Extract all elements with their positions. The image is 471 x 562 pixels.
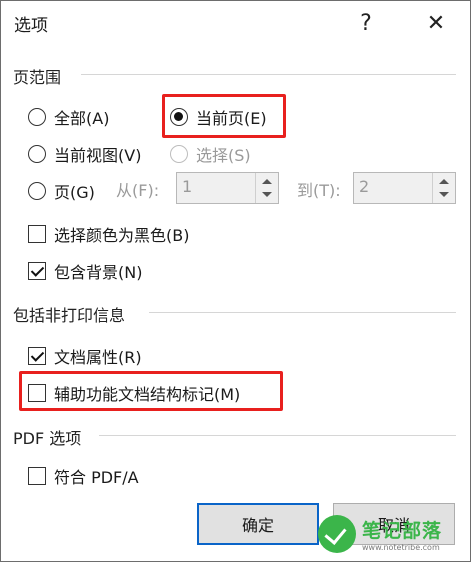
radio-current-page-circle[interactable] — [170, 108, 188, 126]
doc-props-label: 文档属性(R) — [54, 348, 142, 367]
spin-down-icon[interactable] — [262, 192, 272, 197]
accessibility-box[interactable] — [28, 384, 46, 402]
radio-selection: 选择(S) — [170, 142, 251, 166]
to-value[interactable]: 2 — [359, 177, 369, 196]
radio-all-circle[interactable] — [28, 108, 46, 126]
doc-props-box[interactable] — [28, 347, 46, 365]
radio-pages-circle[interactable] — [28, 182, 46, 200]
dialog-title: 选项 — [14, 16, 48, 36]
non-print-separator — [149, 312, 456, 313]
radio-all-label: 全部(A) — [54, 109, 110, 128]
from-spinner[interactable]: 1 — [176, 172, 279, 204]
non-print-group-label: 包括非打印信息 — [13, 306, 126, 325]
pdf-options-group-label: PDF 选项 — [13, 429, 82, 448]
watermark-text: 笔记部落 www.notetribe.com — [362, 516, 442, 552]
spin-up-icon[interactable] — [439, 179, 449, 184]
accessibility-checkbox[interactable]: 辅助功能文档结构标记(M) — [28, 381, 240, 405]
accessibility-label: 辅助功能文档结构标记(M) — [54, 385, 241, 404]
black-white-box[interactable] — [28, 225, 46, 243]
watermark-main: 笔记部落 — [362, 520, 443, 542]
close-icon: ✕ — [426, 11, 446, 36]
radio-selection-label: 选择(S) — [196, 146, 251, 165]
radio-all[interactable]: 全部(A) — [28, 105, 109, 129]
pdfa-checkbox[interactable]: 符合 PDF/A — [28, 464, 139, 488]
to-spinner-arrows[interactable] — [432, 173, 455, 203]
from-value[interactable]: 1 — [182, 177, 192, 196]
doc-props-checkbox[interactable]: 文档属性(R) — [28, 344, 142, 368]
pdfa-label: 符合 PDF/A — [54, 468, 139, 487]
background-label: 包含背景(N) — [54, 263, 143, 282]
radio-current-page[interactable]: 当前页(E) — [170, 105, 267, 129]
radio-current-view[interactable]: 当前视图(V) — [28, 142, 141, 166]
pdfa-box[interactable] — [28, 467, 46, 485]
pdf-options-separator — [99, 435, 456, 436]
watermark-logo-icon — [318, 515, 356, 553]
watermark: 笔记部落 www.notetribe.com — [312, 509, 470, 559]
from-spinner-arrows[interactable] — [255, 173, 278, 203]
radio-current-view-circle[interactable] — [28, 145, 46, 163]
to-label: 到(T): — [297, 181, 341, 200]
spin-up-icon[interactable] — [262, 179, 272, 184]
watermark-sub: www.notetribe.com — [362, 543, 440, 552]
black-white-checkbox[interactable]: 选择颜色为黑色(B) — [28, 222, 189, 246]
radio-current-view-label: 当前视图(V) — [54, 146, 142, 165]
to-spinner[interactable]: 2 — [353, 172, 456, 204]
radio-pages-label: 页(G) — [54, 183, 95, 202]
radio-selection-circle — [170, 145, 188, 163]
page-range-separator — [81, 74, 456, 75]
background-checkbox[interactable]: 包含背景(N) — [28, 259, 142, 283]
radio-pages[interactable]: 页(G) — [28, 179, 95, 203]
page-range-group-label: 页范围 — [13, 68, 62, 87]
ok-button[interactable]: 确定 — [197, 503, 319, 545]
spin-down-icon[interactable] — [439, 192, 449, 197]
options-dialog: 选项 ? ✕ 页范围 全部(A) 当前页(E) 当前视图(V) 选择(S) 页(… — [0, 0, 471, 562]
close-button[interactable]: ✕ — [419, 7, 453, 41]
help-button[interactable]: ? — [349, 7, 383, 41]
from-label: 从(F): — [116, 181, 160, 200]
radio-current-page-label: 当前页(E) — [196, 109, 267, 128]
black-white-label: 选择颜色为黑色(B) — [54, 226, 190, 245]
background-box[interactable] — [28, 262, 46, 280]
